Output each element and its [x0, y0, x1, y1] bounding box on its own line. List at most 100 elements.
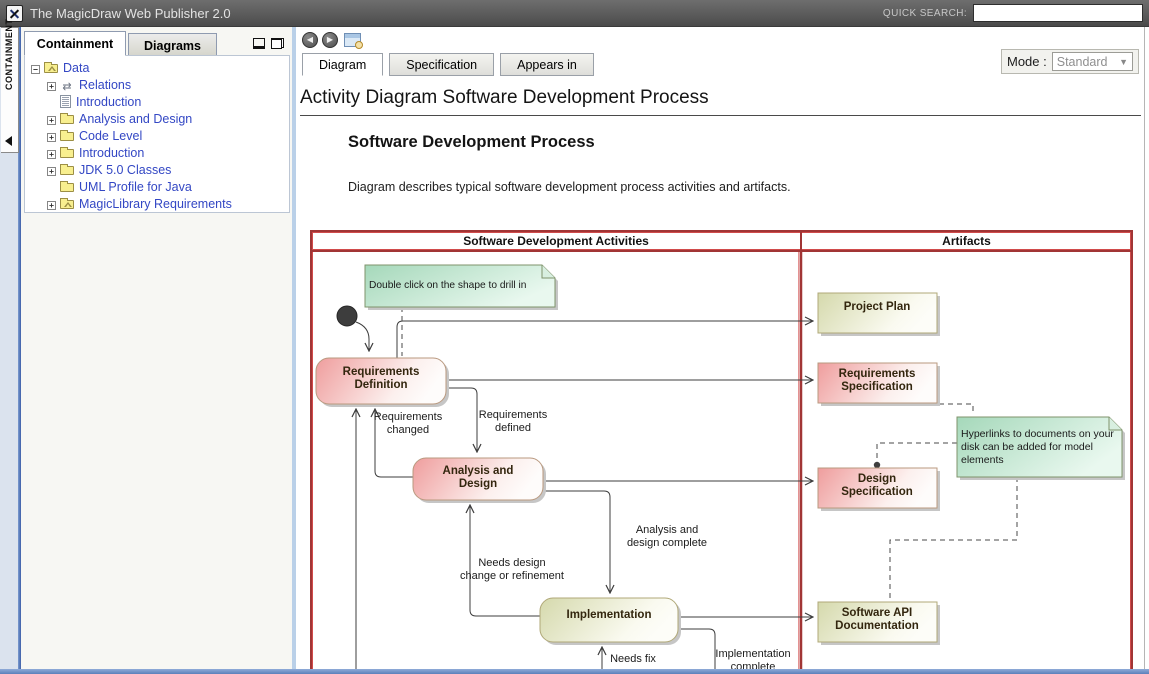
node-requirements-definition[interactable]: RequirementsDefinition	[316, 358, 446, 404]
title-bar: The MagicDraw Web Publisher 2.0 QUICK SE…	[0, 0, 1149, 27]
tree-item-label: Analysis and Design	[79, 112, 192, 126]
document-icon	[60, 95, 71, 108]
app-window: The MagicDraw Web Publisher 2.0 QUICK SE…	[0, 0, 1149, 674]
note-drill-in-text: Double click on the shape to drill in	[369, 280, 526, 291]
window-bottom-border	[0, 669, 1149, 674]
tree-item[interactable]: + Code Level	[25, 128, 289, 145]
mode-value: Standard	[1057, 55, 1108, 69]
tab-appears-in[interactable]: Appears in	[500, 53, 594, 76]
svg-text:Project Plan: Project Plan	[844, 301, 910, 313]
tree-expander-icon[interactable]: +	[47, 167, 56, 176]
tree-item-label: MagicLibrary Requirements	[79, 197, 232, 211]
tree-expander-icon[interactable]: +	[47, 201, 56, 210]
diagram-description: Diagram describes typical software devel…	[348, 180, 791, 194]
folder-icon	[60, 132, 74, 141]
lane-header-activities: Software Development Activities	[312, 232, 802, 250]
tree-item[interactable]: + Analysis and Design	[25, 111, 289, 128]
lane-header-artifacts: Artifacts	[802, 232, 1131, 250]
back-button[interactable]: ◀	[302, 32, 318, 48]
tree-item[interactable]: + MagicLibrary Requirements	[25, 196, 289, 213]
app-title: The MagicDraw Web Publisher 2.0	[30, 6, 231, 21]
label-requirements-defined: Requirementsdefined	[479, 409, 548, 434]
activity-diagram-frame: Software Development Activities Artifact…	[310, 230, 1133, 674]
svg-text:RequirementsSpecification: RequirementsSpecification	[839, 368, 916, 393]
containment-vertical-tab[interactable]: CONTAINMENT	[1, 27, 19, 153]
label-needs-design-change: Needs designchange or refinement	[460, 557, 564, 582]
artifact-design-specification[interactable]: DesignSpecification	[818, 468, 937, 508]
label-needs-fix: Needs fix	[610, 653, 656, 665]
folder-icon	[60, 149, 74, 158]
tree-item[interactable]: + Introduction	[25, 145, 289, 162]
edge-start-to-requirements	[356, 322, 369, 351]
tree-expander-icon[interactable]: +	[47, 133, 56, 142]
tab-diagram[interactable]: Diagram	[302, 53, 383, 76]
tree-item-label: Introduction	[79, 146, 144, 160]
initial-node[interactable]	[337, 306, 357, 326]
tree-item-label: Introduction	[76, 95, 141, 109]
tree-item[interactable]: + JDK 5.0 Classes	[25, 162, 289, 179]
tree-item-label: JDK 5.0 Classes	[79, 163, 171, 177]
edge-requirements-to-project-plan	[397, 321, 813, 358]
collapse-arrow-icon	[5, 136, 12, 146]
node-implementation[interactable]: Implementation	[540, 598, 678, 642]
containment-tree: − Data + ⇄ Relations Introduction + Analysis an…	[24, 55, 290, 213]
mode-label: Mode :	[1007, 54, 1047, 69]
content-tabs: Diagram Specification Appears in	[302, 52, 600, 76]
sidebar-tabs: Containment Diagrams	[21, 29, 292, 56]
svg-text:Software APIDocumentation: Software APIDocumentation	[835, 607, 919, 632]
quick-search-input[interactable]	[973, 4, 1143, 22]
node-analysis-and-design[interactable]: Analysis andDesign	[413, 458, 543, 500]
toolbar: ◀ ▶	[302, 31, 361, 49]
chevron-down-icon: ▼	[1119, 57, 1128, 67]
tree-item-label: Code Level	[79, 129, 142, 143]
relations-icon: ⇄	[60, 79, 74, 96]
quick-search-label: QUICK SEARCH:	[883, 8, 967, 19]
tree-item[interactable]: + ⇄ Relations	[25, 77, 289, 94]
note-drill-in: Double click on the shape to drill in	[365, 265, 555, 307]
tree-expander-icon[interactable]: +	[47, 116, 56, 125]
title-rule	[300, 115, 1141, 116]
mode-box: Mode : Standard ▼	[1001, 49, 1139, 74]
artifact-project-plan[interactable]: Project Plan	[818, 293, 937, 333]
containment-vertical-tab-label: CONTAINMENT	[4, 80, 14, 90]
tree-expander-icon[interactable]: −	[31, 65, 40, 74]
minimize-panel-icon[interactable]	[253, 38, 265, 49]
svg-text:Implementation: Implementation	[567, 609, 652, 621]
label-requirements-changed: Requirementschanged	[374, 411, 443, 436]
activity-diagram-canvas: Double click on the shape to drill in Hy…	[312, 252, 1131, 674]
diagram-heading: Software Development Process	[348, 133, 595, 152]
tree-item[interactable]: UML Profile for Java	[25, 179, 289, 196]
folder-icon	[60, 115, 74, 124]
artifact-requirements-specification[interactable]: RequirementsSpecification	[818, 363, 937, 403]
package-icon	[60, 200, 74, 209]
anchor-point	[874, 462, 880, 468]
tree-item[interactable]: − Data	[25, 60, 289, 77]
edge-implementation-complete	[678, 629, 715, 674]
sidebar: Containment Diagrams − Data + ⇄ Relations Int…	[21, 27, 292, 674]
tree-item-label: Data	[63, 61, 89, 75]
tab-specification[interactable]: Specification	[389, 53, 494, 76]
edge-requirements-defined	[446, 388, 477, 452]
tree-item-label: Relations	[79, 78, 131, 92]
package-icon	[44, 64, 58, 73]
swimlane-headers: Software Development Activities Artifact…	[312, 232, 1131, 252]
folder-icon	[60, 183, 74, 192]
page-title: Activity Diagram Software Development Pr…	[300, 87, 709, 109]
tab-containment[interactable]: Containment	[24, 31, 126, 56]
cascade-windows-icon[interactable]	[271, 38, 284, 49]
tab-diagrams[interactable]: Diagrams	[128, 33, 217, 56]
window-right-border	[1144, 27, 1145, 674]
label-analysis-design-complete: Analysis anddesign complete	[627, 524, 707, 549]
folder-icon	[60, 166, 74, 175]
tree-expander-icon[interactable]: +	[47, 82, 56, 91]
tree-expander-icon[interactable]: +	[47, 150, 56, 159]
forward-button[interactable]: ▶	[322, 32, 338, 48]
note-hyperlinks: Hyperlinks to documents on yourdisk can …	[957, 417, 1122, 477]
artifact-software-api-documentation[interactable]: Software APIDocumentation	[818, 602, 937, 642]
note-anchor-lines	[402, 307, 1017, 599]
show-panel-icon[interactable]	[344, 33, 361, 47]
mode-select[interactable]: Standard ▼	[1052, 52, 1133, 71]
tree-item[interactable]: Introduction	[25, 94, 289, 111]
anchor-hyperlink-note-designspec	[877, 443, 957, 461]
tree-item-label: UML Profile for Java	[79, 180, 192, 194]
